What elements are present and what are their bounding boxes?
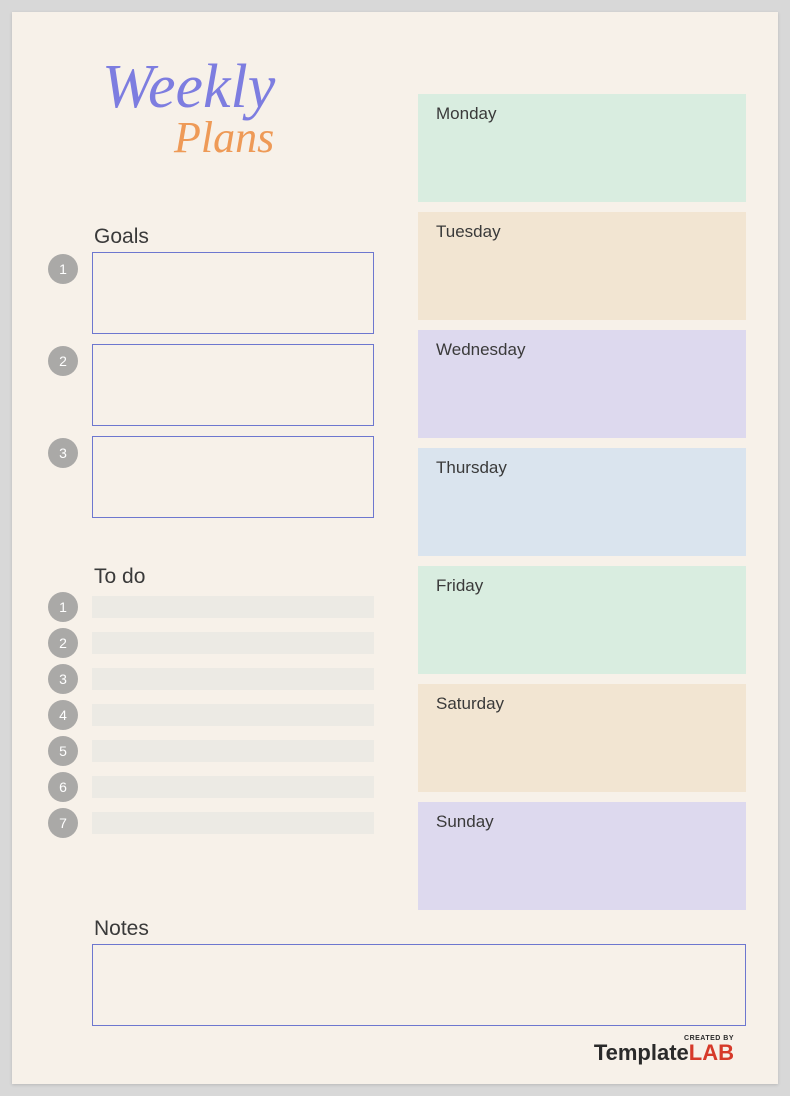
goal-input[interactable] bbox=[92, 436, 374, 518]
day-thursday[interactable]: Thursday bbox=[418, 448, 746, 556]
day-sunday[interactable]: Sunday bbox=[418, 802, 746, 910]
days-column: Monday Tuesday Wednesday Thursday Friday… bbox=[418, 94, 746, 920]
goal-input[interactable] bbox=[92, 252, 374, 334]
todo-input[interactable] bbox=[92, 704, 374, 726]
day-wednesday[interactable]: Wednesday bbox=[418, 330, 746, 438]
title-block: Weekly Plans bbox=[102, 60, 275, 163]
goal-input[interactable] bbox=[92, 344, 374, 426]
todo-number: 1 bbox=[48, 592, 78, 622]
notes-heading: Notes bbox=[94, 917, 149, 941]
brand-name: TemplateLAB bbox=[594, 1042, 734, 1064]
day-label: Thursday bbox=[436, 458, 507, 477]
todo-input[interactable] bbox=[92, 812, 374, 834]
day-monday[interactable]: Monday bbox=[418, 94, 746, 202]
todo-input[interactable] bbox=[92, 740, 374, 762]
day-label: Sunday bbox=[436, 812, 494, 831]
todo-number: 5 bbox=[48, 736, 78, 766]
todo-heading: To do bbox=[94, 565, 145, 589]
todo-number: 4 bbox=[48, 700, 78, 730]
goals-heading: Goals bbox=[94, 225, 149, 249]
footer-logo: CREATED BY TemplateLAB bbox=[594, 1035, 734, 1064]
goal-number: 1 bbox=[48, 254, 78, 284]
day-tuesday[interactable]: Tuesday bbox=[418, 212, 746, 320]
day-saturday[interactable]: Saturday bbox=[418, 684, 746, 792]
day-friday[interactable]: Friday bbox=[418, 566, 746, 674]
planner-page: Weekly Plans Goals 1 2 3 To do 1 2 3 4 5… bbox=[12, 12, 778, 1084]
brand-a: Template bbox=[594, 1040, 689, 1065]
day-label: Tuesday bbox=[436, 222, 501, 241]
goal-number: 3 bbox=[48, 438, 78, 468]
title-line1: Weekly bbox=[102, 60, 275, 116]
todo-input[interactable] bbox=[92, 668, 374, 690]
brand-b: LAB bbox=[689, 1040, 734, 1065]
todo-input[interactable] bbox=[92, 596, 374, 618]
day-label: Wednesday bbox=[436, 340, 525, 359]
title-line2: Plans bbox=[174, 112, 275, 163]
todo-number: 3 bbox=[48, 664, 78, 694]
todo-input[interactable] bbox=[92, 776, 374, 798]
day-label: Monday bbox=[436, 104, 496, 123]
goal-number: 2 bbox=[48, 346, 78, 376]
todo-number: 6 bbox=[48, 772, 78, 802]
day-label: Saturday bbox=[436, 694, 504, 713]
notes-input[interactable] bbox=[92, 944, 746, 1026]
todo-number: 2 bbox=[48, 628, 78, 658]
day-label: Friday bbox=[436, 576, 483, 595]
todo-number: 7 bbox=[48, 808, 78, 838]
todo-input[interactable] bbox=[92, 632, 374, 654]
